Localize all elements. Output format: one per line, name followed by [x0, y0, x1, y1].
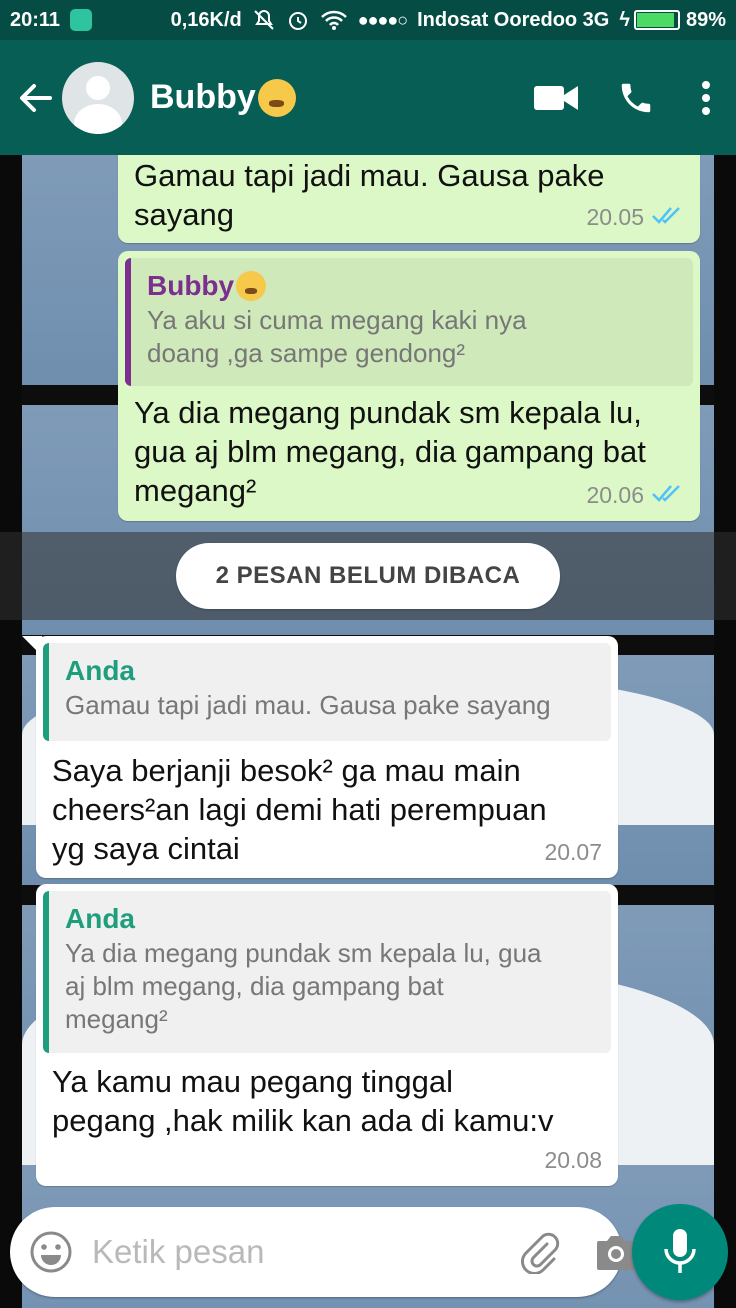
- quote-text: aj blm megang, dia gampang bat: [65, 971, 444, 1001]
- camera-icon[interactable]: [595, 1232, 637, 1272]
- network-speed: 0,16K/d: [170, 8, 242, 31]
- background-film-strip: [0, 155, 22, 1308]
- quote-author: Anda: [65, 903, 135, 934]
- chat-header: Bubby: [0, 40, 736, 155]
- mute-icon: [252, 8, 276, 32]
- alarm-icon: [286, 8, 310, 32]
- background-film-strip: [714, 155, 736, 1308]
- bubble-tail: [22, 636, 42, 656]
- message-time: 20.08: [544, 1147, 602, 1173]
- message-text: pegang ,hak milik kan ada di kamu:v: [52, 1103, 554, 1138]
- incoming-message[interactable]: Anda Ya dia megang pundak sm kepala lu, …: [36, 884, 618, 1186]
- quote-text: doang ,ga sampe gendong²: [147, 338, 466, 368]
- emoji-face-icon: [236, 271, 267, 301]
- message-composer: [10, 1207, 635, 1297]
- video-call-icon[interactable]: [516, 58, 596, 138]
- phone-icon[interactable]: [596, 58, 676, 138]
- message-meta: 20.05: [586, 204, 684, 231]
- incoming-message[interactable]: Anda Gamau tapi jadi mau. Gausa pake say…: [22, 636, 618, 878]
- message-text: Saya berjanji besok² ga mau main: [52, 753, 521, 788]
- quote-text: megang²: [65, 1004, 168, 1034]
- back-arrow-icon[interactable]: [10, 68, 62, 128]
- battery-icon: [633, 10, 680, 30]
- signal-strength: ●●●●○: [357, 9, 408, 30]
- message-text: yg saya cintai: [52, 831, 240, 866]
- reply-quote[interactable]: Bubby Ya aku si cuma megang kaki nya doa…: [125, 258, 693, 386]
- message-text: Gamau tapi jadi mau. Gausa pake: [134, 158, 605, 193]
- contact-name-text: Bubby: [150, 78, 256, 116]
- message-input[interactable]: [92, 1233, 517, 1271]
- message-time: 20.06: [586, 482, 644, 508]
- shield-icon: [70, 9, 93, 31]
- contact-name[interactable]: Bubby: [150, 78, 516, 117]
- message-meta: 20.08: [544, 1147, 602, 1174]
- message-time: 20.07: [544, 839, 602, 865]
- quote-text: Gamau tapi jadi mau. Gausa pake sayang: [65, 690, 551, 720]
- read-ticks-icon: [652, 482, 684, 509]
- status-time: 20:11: [10, 8, 61, 31]
- more-options-icon[interactable]: [676, 58, 736, 138]
- status-bar: 20:11 0,16K/d ●●●●○ Indosat Ooredoo 3G ϟ…: [0, 0, 736, 40]
- message-text: Ya dia megang pundak sm kepala lu,: [134, 395, 642, 430]
- unread-messages-label: 2 PESAN BELUM DIBACA: [176, 543, 560, 609]
- battery-percent: 89%: [685, 8, 726, 31]
- quote-text: Ya dia megang pundak sm kepala lu, gua: [65, 938, 542, 968]
- charging-icon: ϟ: [619, 8, 630, 31]
- chat-area[interactable]: Gamau tapi jadi mau. Gausa pake sayang 2…: [0, 155, 736, 1308]
- emoji-icon[interactable]: [28, 1229, 74, 1275]
- message-text: Ya kamu mau pegang tinggal: [52, 1064, 453, 1099]
- quote-author: Bubby: [147, 270, 235, 301]
- message-text: megang²: [134, 473, 257, 508]
- message-time: 20.05: [586, 204, 644, 230]
- quote-author: Anda: [65, 655, 135, 686]
- attach-icon[interactable]: [517, 1230, 561, 1274]
- outgoing-message[interactable]: Gamau tapi jadi mau. Gausa pake sayang 2…: [118, 155, 700, 243]
- mic-button[interactable]: [632, 1204, 728, 1300]
- message-text: gua aj blm megang, dia gampang bat: [134, 434, 646, 469]
- message-text: cheers²an lagi demi hati perempuan: [52, 792, 547, 827]
- reply-quote[interactable]: Anda Gamau tapi jadi mau. Gausa pake say…: [43, 643, 611, 741]
- read-ticks-icon: [652, 204, 684, 231]
- wifi-icon: [320, 9, 348, 31]
- quote-text: Ya aku si cuma megang kaki nya: [147, 305, 527, 335]
- avatar[interactable]: [62, 61, 134, 134]
- message-meta: 20.06: [586, 482, 684, 509]
- outgoing-message[interactable]: Bubby Ya aku si cuma megang kaki nya doa…: [118, 251, 700, 521]
- emoji-face-icon: [257, 78, 296, 117]
- mic-icon: [664, 1229, 696, 1273]
- carrier-name: Indosat Ooredoo 3G: [417, 8, 610, 31]
- reply-quote[interactable]: Anda Ya dia megang pundak sm kepala lu, …: [43, 891, 611, 1053]
- message-meta: 20.07: [544, 839, 602, 866]
